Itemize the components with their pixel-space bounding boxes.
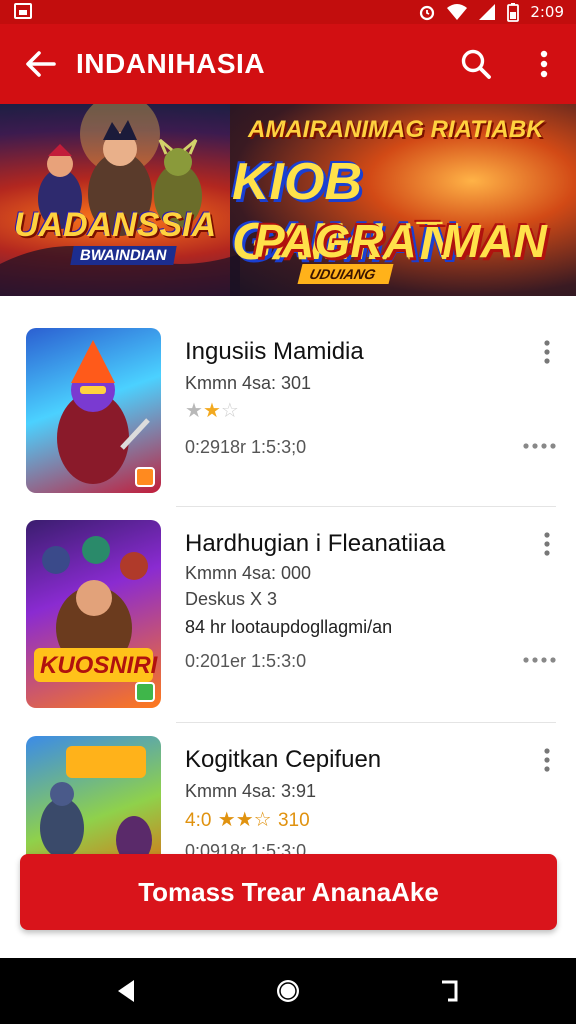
status-icons: 2:09	[418, 2, 564, 22]
item-more-icon[interactable]	[536, 338, 558, 366]
thumbnail-badge	[135, 467, 155, 487]
image-icon	[14, 3, 32, 19]
item-meta: Kmmn 4sa: 301	[185, 373, 312, 393]
item-title: Ingusiis Mamidia	[185, 338, 364, 365]
primary-action-button[interactable]: Tomass Trear AnanaAke	[20, 854, 557, 930]
item-meta: Kmmn 4sa: 3:91	[185, 781, 317, 801]
more-vert-icon[interactable]	[528, 46, 560, 82]
item-meta-3: 84 hr lootaupdogllagmi/an	[185, 617, 393, 637]
item-timestamp: 0:201er 1:5:3:0	[185, 651, 307, 671]
status-bar: 2:09	[0, 0, 576, 24]
system-nav-bar	[0, 958, 576, 1024]
signal-icon	[479, 4, 496, 20]
back-arrow-icon[interactable]	[22, 46, 58, 82]
star-icon: ★	[235, 807, 254, 831]
rating-value: 4:0	[185, 810, 212, 831]
banner-heroes-art	[0, 104, 240, 296]
wifi-icon	[447, 4, 468, 20]
star-icon: ☆	[220, 398, 239, 422]
star-icon: ★	[202, 398, 221, 422]
banner-headline-small: AMAIRANIMAG RIATIABK	[248, 116, 544, 143]
soldiers-art	[40, 746, 152, 864]
list-divider	[176, 722, 556, 723]
search-icon[interactable]	[458, 46, 494, 82]
banner-ribbon: UDUIANG	[297, 264, 394, 284]
list-divider	[176, 506, 556, 507]
home-circle-icon[interactable]	[273, 976, 303, 1006]
item-meta: Kmmn 4sa: 000	[185, 563, 312, 583]
item-timestamp: 0:2918r 1:5:3;0	[185, 437, 307, 457]
battery-icon	[507, 3, 520, 22]
rating-count: 310	[277, 810, 310, 831]
promo-banner[interactable]: UADANSSIA BWAINDIAN AMAIRANIMAG RIATIABK…	[0, 104, 576, 296]
star-icon: ★	[217, 807, 236, 831]
status-time: 2:09	[530, 3, 564, 21]
item-title: Kogitkan Cepifuen	[185, 746, 382, 773]
app-bar: INDANIHASIA	[0, 24, 576, 104]
star-icon: ☆	[253, 807, 272, 831]
thumbnail-logo-text: KUOSNIRI	[40, 652, 158, 679]
alarm-icon	[420, 5, 435, 21]
item-more-icon[interactable]	[536, 530, 558, 558]
banner-logo-subtitle: BWAINDIAN	[70, 246, 177, 265]
banner-headline-line2: PAGRA¯MAN	[254, 215, 547, 267]
thumbnail-badge	[135, 682, 155, 702]
item-options-dots-icon[interactable]	[522, 654, 556, 666]
app-title: INDANIHASIA	[76, 48, 266, 79]
recents-icon[interactable]	[434, 976, 464, 1006]
banner-logo-title: UADANSSIA	[14, 206, 217, 244]
back-triangle-icon[interactable]	[112, 976, 142, 1006]
game-thumbnail[interactable]	[26, 328, 161, 493]
item-options-dots-icon[interactable]	[522, 440, 556, 452]
game-thumbnail[interactable]	[26, 736, 161, 866]
item-meta-2: Deskus X 3	[185, 589, 278, 609]
star-rating: ★★☆	[185, 399, 239, 421]
game-thumbnail[interactable]: KUOSNIRI	[26, 520, 161, 708]
item-more-icon[interactable]	[536, 746, 558, 774]
star-rating: 4:0 ★★☆ 310	[185, 808, 310, 832]
star-icon: ★	[185, 398, 203, 422]
item-title: Hardhugian i Fleanatiiaa	[185, 530, 446, 557]
